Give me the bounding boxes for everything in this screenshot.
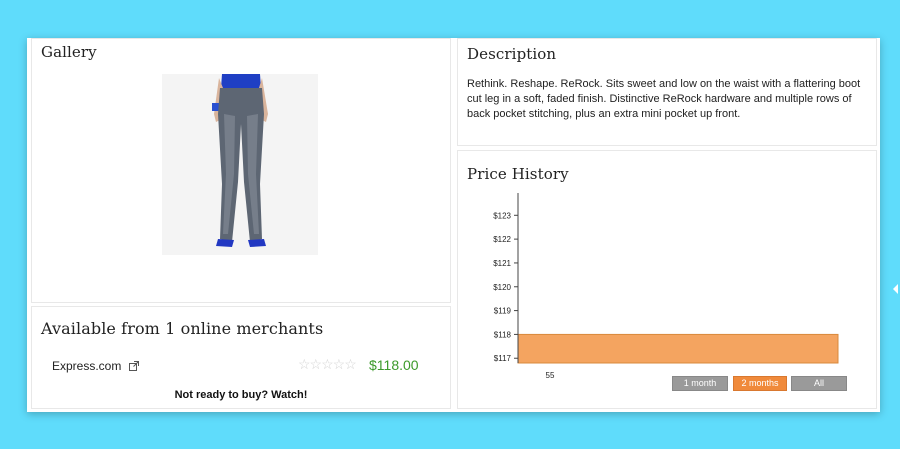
range-2-months-button[interactable]: 2 months	[733, 376, 787, 391]
rating-stars: ☆☆☆☆☆	[298, 356, 357, 372]
merchants-panel: Available from 1 online merchants Expres…	[31, 306, 451, 409]
product-image[interactable]	[162, 74, 318, 255]
range-1-month-button[interactable]: 1 month	[672, 376, 728, 391]
description-title: Description	[467, 45, 557, 63]
y-tick-label: $117	[494, 354, 512, 363]
y-tick-label: $118	[494, 330, 512, 339]
gallery-panel: Gallery	[31, 38, 451, 303]
price-history-panel: Price History $117 $118 $119 $120 $121 $122 $1…	[457, 150, 877, 409]
price-history-chart: $117 $118 $119 $120 $121 $122 $123 55	[493, 193, 839, 380]
watch-link[interactable]: Not ready to buy? Watch!	[32, 389, 450, 401]
description-text: Rethink. Reshape. ReRock. Sits sweet and…	[467, 78, 861, 120]
price-area	[517, 333, 839, 364]
product-card: Gallery Available from 1 online merchant…	[27, 38, 880, 412]
merchant-price: $118.00	[369, 357, 419, 373]
range-all-button[interactable]: All	[791, 376, 847, 391]
merchant-name[interactable]: Express.com	[52, 359, 121, 373]
y-tick-label: $123	[493, 211, 511, 220]
y-tick-label: $122	[493, 235, 511, 244]
merchants-title: Available from 1 online merchants	[41, 319, 324, 338]
y-tick-label: $120	[493, 283, 511, 292]
x-tick-label: 55	[546, 371, 555, 380]
y-tick-label: $121	[493, 259, 511, 268]
description-panel: Description Rethink. Reshape. ReRock. Si…	[457, 38, 877, 146]
jeans-image	[162, 74, 318, 255]
next-arrow-icon[interactable]	[893, 284, 898, 294]
external-link-icon	[128, 360, 139, 374]
y-tick-label: $119	[494, 307, 512, 316]
gallery-title: Gallery	[41, 43, 97, 61]
merchant-link[interactable]: Express.com	[52, 359, 139, 374]
